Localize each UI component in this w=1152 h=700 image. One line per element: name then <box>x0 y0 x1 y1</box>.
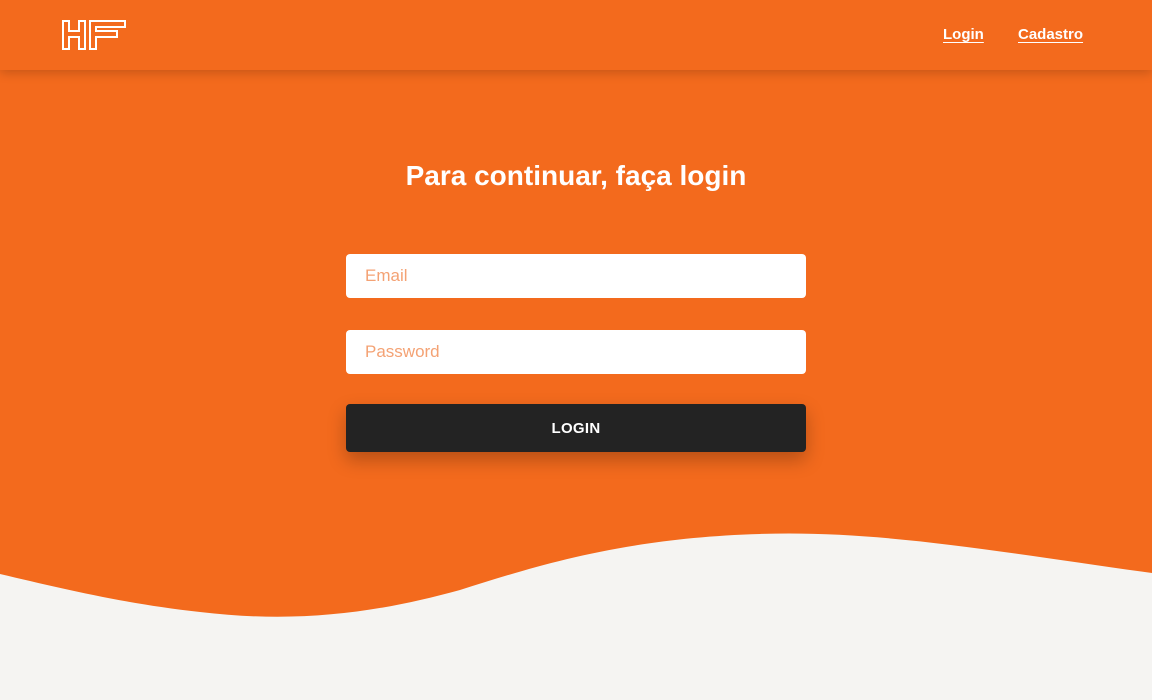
nav-login-link[interactable]: Login <box>943 26 984 43</box>
page-title: Para continuar, faça login <box>405 160 747 191</box>
email-field[interactable] <box>346 254 806 298</box>
top-navbar: Login Cadastro <box>0 0 1152 70</box>
hf-logo-icon[interactable] <box>62 20 126 50</box>
nav-signup-link[interactable]: Cadastro <box>1018 26 1083 43</box>
password-field[interactable] <box>346 330 806 374</box>
login-button[interactable]: LOGIN <box>346 404 806 452</box>
